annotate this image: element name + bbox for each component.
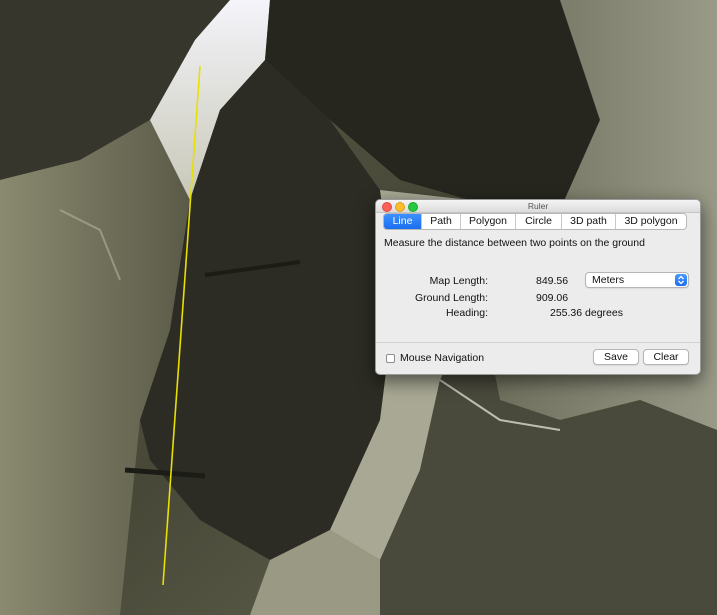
tab-3d-path[interactable]: 3D path bbox=[562, 214, 616, 229]
mouse-navigation-label: Mouse Navigation bbox=[400, 352, 485, 364]
ground-length-label: Ground Length: bbox=[415, 292, 488, 304]
mouse-navigation-toggle[interactable]: Mouse Navigation bbox=[386, 351, 484, 365]
tab-line[interactable]: Line bbox=[384, 214, 422, 229]
units-select[interactable]: Meters bbox=[585, 272, 689, 288]
save-button[interactable]: Save bbox=[593, 349, 639, 365]
tab-path[interactable]: Path bbox=[422, 214, 461, 229]
clear-button[interactable]: Clear bbox=[643, 349, 689, 365]
units-selected-value: Meters bbox=[592, 274, 625, 286]
tab-3d-polygon[interactable]: 3D polygon bbox=[616, 214, 686, 229]
footer-divider bbox=[376, 342, 700, 343]
tab-polygon[interactable]: Polygon bbox=[461, 214, 516, 229]
ruler-titlebar[interactable]: Ruler bbox=[376, 200, 700, 213]
measure-mode-tabs: Line Path Polygon Circle 3D path 3D poly… bbox=[383, 213, 687, 230]
mouse-navigation-checkbox[interactable] bbox=[386, 353, 395, 363]
select-stepper-icon bbox=[675, 274, 687, 286]
map-length-label: Map Length: bbox=[429, 275, 488, 287]
tab-circle[interactable]: Circle bbox=[516, 214, 562, 229]
heading-label: Heading: bbox=[445, 307, 488, 319]
ruler-window: Ruler Line Path Polygon Circle 3D path 3… bbox=[375, 199, 701, 375]
heading-value: 255.36 degrees bbox=[550, 307, 623, 319]
ground-length-value: 909.06 bbox=[536, 292, 569, 304]
map-length-value: 849.56 bbox=[536, 275, 569, 287]
measure-description: Measure the distance between two points … bbox=[384, 237, 645, 249]
window-title: Ruler bbox=[527, 201, 549, 211]
